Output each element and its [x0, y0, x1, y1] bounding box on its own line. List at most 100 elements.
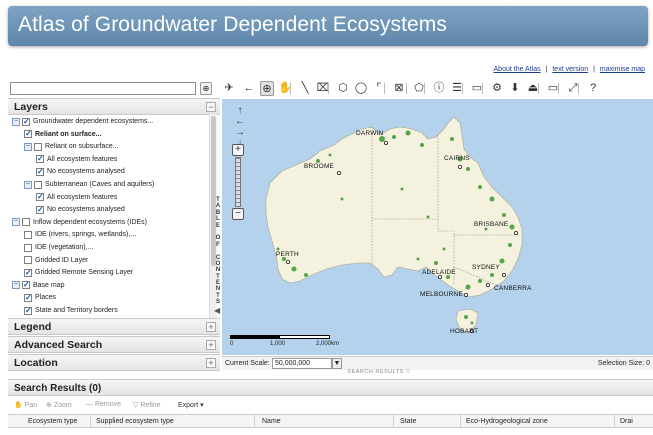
layer-tree-item[interactable]: IDE (rivers, springs, wetlands),... — [24, 229, 136, 240]
layer-checkbox[interactable] — [24, 305, 32, 316]
city-label-brisbane: BRISBANE — [474, 221, 509, 228]
column-ecosystem-type[interactable]: Ecosystem type — [28, 418, 77, 428]
layer-checkbox[interactable] — [36, 204, 44, 215]
layer-tree-item[interactable]: − Base map — [12, 279, 65, 291]
layer-tree-item[interactable]: No ecosystems analysed — [36, 166, 125, 177]
layer-tree-item[interactable]: State and Territory borders — [24, 305, 118, 316]
clear-selection-icon[interactable]: ⊠ — [392, 81, 406, 96]
measure-line-icon[interactable]: ╲ — [298, 81, 312, 96]
draw-circle-icon[interactable]: ◯ — [354, 81, 368, 96]
layer-checkbox[interactable] — [36, 166, 44, 177]
draw-polygon-icon[interactable]: ⬡ — [336, 81, 350, 96]
layer-tree-item[interactable]: Gridded Remote Sensing Layer — [24, 267, 133, 278]
gde-patch — [426, 215, 430, 219]
city-marker-melbourne — [463, 292, 468, 297]
current-scale-label: Current Scale: — [225, 360, 270, 367]
layer-tree-item[interactable]: All ecosystem features — [36, 191, 117, 203]
scale-bar-graphic — [230, 335, 330, 339]
column-supplied-ecosystem-type[interactable]: Supplied ecosystem type — [96, 418, 174, 428]
layer-checkbox[interactable] — [22, 279, 30, 290]
layer-tree-item[interactable]: − Subterranean (Caves and aquifers) — [24, 179, 154, 190]
layer-checkbox[interactable] — [24, 128, 32, 139]
scale-select[interactable]: 50,000,000 — [272, 358, 332, 369]
legend-panel-header[interactable]: Legend + — [8, 318, 220, 335]
settings-icon[interactable]: ⚙ — [490, 81, 504, 96]
collapse-tree-icon[interactable]: − — [24, 142, 32, 151]
column-name[interactable]: Name — [262, 418, 281, 428]
layers-panel-title: Layers — [14, 101, 48, 113]
navigate-icon[interactable]: ✈ — [222, 81, 236, 96]
refine-button[interactable]: ▽ Refine — [133, 401, 161, 409]
layer-tree-item[interactable]: Gridded ID Layer — [24, 255, 88, 266]
column-drainage[interactable]: Drai — [620, 418, 633, 428]
layers-panel-header[interactable]: Layers − — [8, 98, 220, 115]
text-version-link[interactable]: text version — [552, 66, 588, 73]
layer-tree-item[interactable]: Places — [24, 292, 56, 303]
layer-checkbox[interactable] — [22, 116, 30, 127]
layer-tree-item[interactable]: − Groundwater dependent ecosystems... — [12, 116, 153, 127]
expand-icon[interactable]: + — [206, 358, 216, 368]
collapse-tree-icon[interactable]: − — [12, 281, 20, 290]
layer-tree-item[interactable]: No ecosystems analysed — [36, 204, 125, 215]
layer-checkbox[interactable] — [34, 180, 42, 189]
collapse-tree-icon[interactable]: − — [24, 180, 32, 189]
column-divider — [254, 415, 255, 428]
chevron-down-icon[interactable]: ▼ — [332, 358, 342, 369]
export-button[interactable]: Export ▾ — [178, 401, 204, 409]
table-of-contents-toggle[interactable]: TABLEOFCONTENTS — [214, 197, 222, 307]
column-eco-hydrogeological-zone[interactable]: Eco-Hydrogeological zone — [466, 418, 548, 428]
layer-checkbox[interactable] — [24, 267, 32, 278]
download-icon[interactable]: ⬇ — [508, 81, 522, 96]
pan-button[interactable]: ✋ Pan — [14, 401, 37, 409]
layer-checkbox[interactable] — [24, 243, 32, 252]
search-results-toggle[interactable]: SEARCH RESULTS ▽ — [338, 369, 420, 377]
collapse-tree-icon[interactable]: − — [12, 218, 20, 227]
help-icon[interactable]: ? — [586, 81, 600, 96]
remove-button[interactable]: — Remove — [86, 401, 121, 408]
collapse-icon[interactable]: − — [206, 102, 216, 112]
about-link[interactable]: About the Atlas — [494, 66, 541, 73]
zoom-slider[interactable] — [235, 157, 241, 207]
gde-patch — [442, 247, 446, 251]
layer-checkbox[interactable] — [24, 230, 32, 239]
layer-checkbox[interactable] — [36, 153, 44, 164]
toolbar-separator — [384, 83, 385, 94]
collapse-tree-icon[interactable]: − — [12, 117, 20, 126]
info-icon[interactable]: ⓘ — [432, 81, 446, 96]
map-view[interactable]: DARWIN BROOME CAIRNS BRISBANE PERTH ADEL… — [222, 99, 653, 355]
zoom-out-button[interactable]: − — [232, 208, 244, 220]
search-button[interactable]: ⊕ — [200, 82, 212, 95]
location-panel-header[interactable]: Location + — [8, 354, 220, 371]
layer-checkbox[interactable] — [34, 142, 42, 151]
zoom-button[interactable]: ⊕ Zoom — [46, 401, 72, 409]
maximise-map-link[interactable]: maximise map — [600, 66, 645, 73]
pan-up-icon[interactable]: ↑ — [230, 105, 250, 116]
layer-label: Groundwater dependent ecosystems... — [33, 118, 154, 125]
layer-tree-item[interactable]: − Inflow dependent ecosystems (IDEs) — [12, 217, 147, 228]
layer-checkbox[interactable] — [36, 191, 44, 202]
column-state[interactable]: State — [400, 418, 416, 428]
pan-left-right-icon[interactable]: ← → — [230, 116, 250, 138]
layer-tree-item[interactable]: IDE (vegetation),... — [24, 242, 93, 253]
layer-tree-item[interactable]: − Reliant on subsurface... — [24, 141, 119, 152]
zoom-in-button[interactable]: + — [232, 144, 244, 156]
gde-patch — [466, 167, 470, 171]
layer-checkbox[interactable] — [22, 218, 30, 227]
layer-checkbox[interactable] — [24, 256, 32, 265]
layer-tree-item[interactable]: All ecosystem features — [36, 153, 117, 165]
back-icon[interactable]: ← — [242, 81, 256, 96]
layer-label: Base map — [33, 281, 65, 289]
results-toolbar: ✋ Pan ⊕ Zoom — Remove ▽ Refine Export ▾ — [8, 398, 653, 412]
gde-patch — [478, 185, 482, 189]
search-input[interactable] — [10, 82, 196, 95]
expand-icon[interactable]: + — [206, 340, 216, 350]
expand-icon[interactable]: + — [206, 322, 216, 332]
layer-label: Subterranean (Caves and aquifers) — [45, 181, 155, 188]
layer-tree-item[interactable]: Reliant on surface... — [24, 128, 102, 140]
layer-checkbox[interactable] — [24, 292, 32, 303]
layer-label: No ecosystems analysed — [47, 168, 125, 176]
collapse-left-arrow-icon[interactable]: ◀ — [214, 306, 220, 315]
advanced-search-panel-header[interactable]: Advanced Search + — [8, 336, 220, 353]
city-label-darwin: DARWIN — [356, 130, 384, 137]
zoom-in-icon[interactable]: ⊕ — [260, 81, 274, 96]
